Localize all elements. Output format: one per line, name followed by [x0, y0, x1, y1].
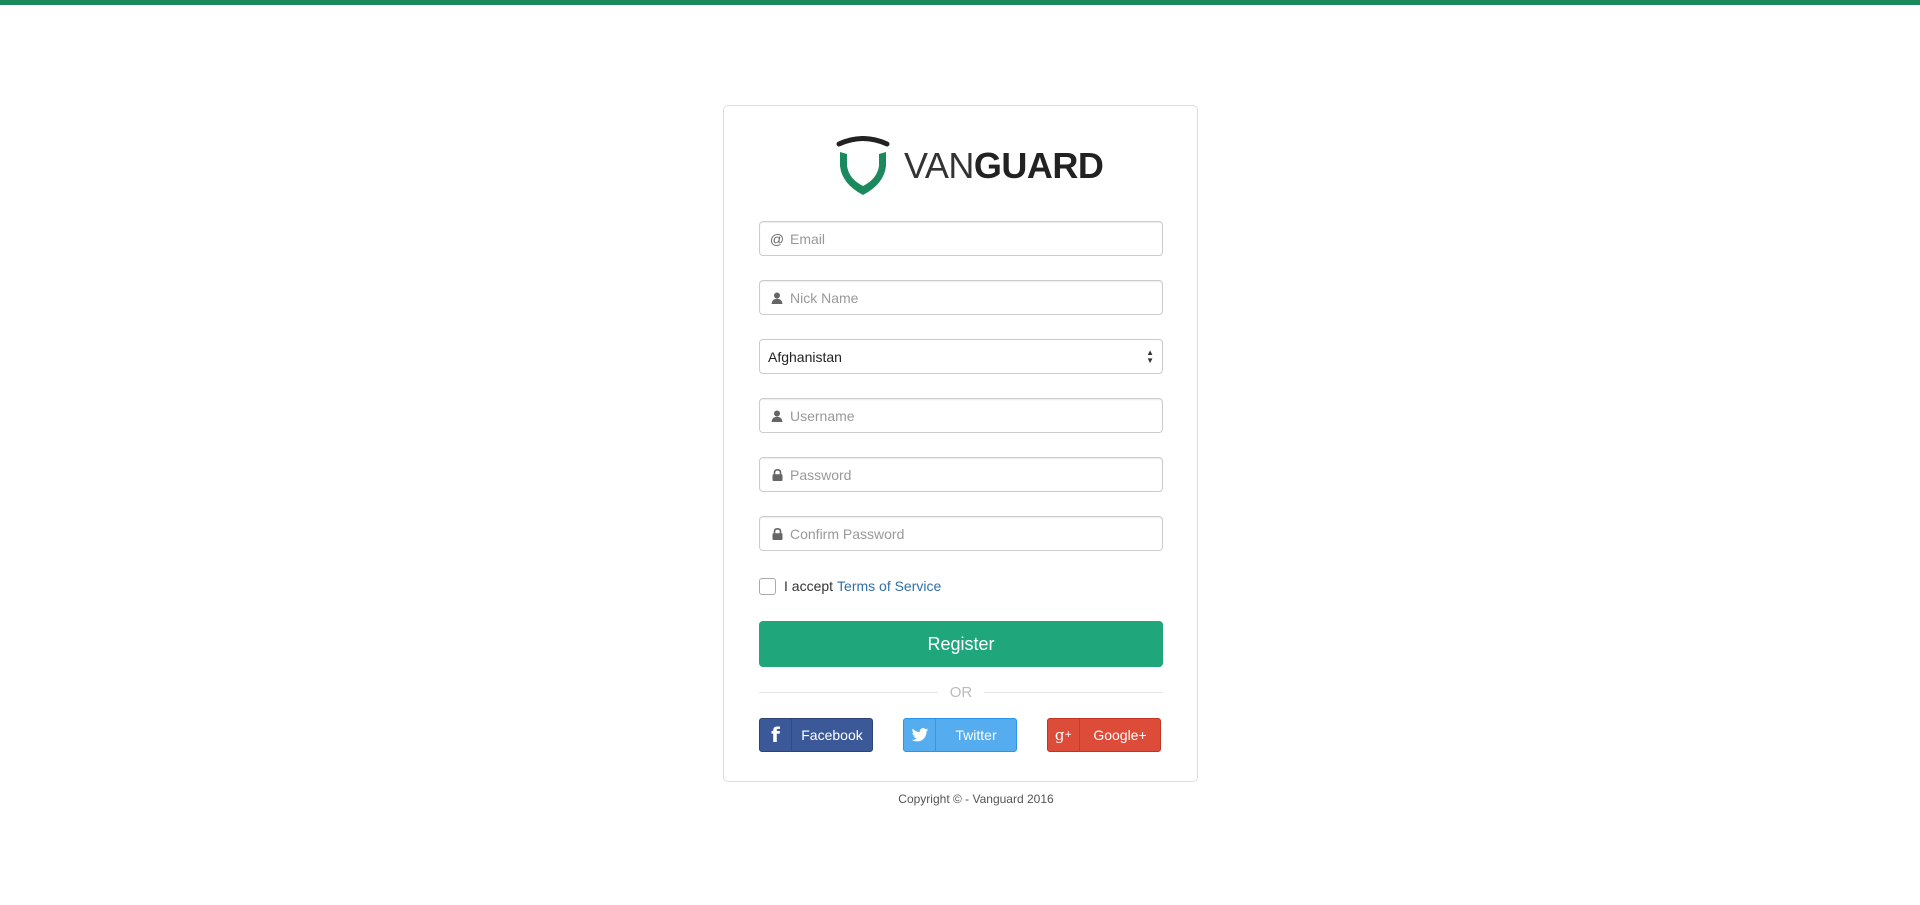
terms-checkbox[interactable] — [759, 577, 776, 595]
username-field[interactable] — [759, 398, 1163, 433]
twitter-button[interactable]: Twitter — [903, 718, 1017, 752]
copyright-text: Copyright © - Vanguard 2016 — [898, 792, 1054, 806]
password-field[interactable] — [759, 457, 1163, 492]
top-accent-bar — [0, 0, 1920, 5]
register-panel: VANGUARD @ Afghanistan ▲▼ I accept — [723, 105, 1198, 782]
facebook-button[interactable]: f Facebook — [759, 718, 873, 752]
brand-name-light: VAN — [904, 145, 974, 186]
terms-row: I accept Terms of Service — [759, 576, 941, 596]
password-input[interactable] — [788, 458, 1162, 491]
shield-logo-icon — [836, 136, 890, 195]
user-icon — [760, 410, 788, 422]
username-input[interactable] — [788, 399, 1162, 432]
email-field[interactable]: @ — [759, 221, 1163, 256]
facebook-icon: f — [760, 719, 792, 751]
google-plus-label: Google+ — [1093, 727, 1147, 743]
google-plus-icon: g + — [1048, 719, 1080, 751]
or-label: OR — [949, 683, 973, 701]
twitter-icon — [904, 719, 936, 751]
at-icon: @ — [769, 230, 785, 247]
user-icon — [760, 292, 788, 304]
google-plus-button[interactable]: g + Google+ — [1047, 718, 1161, 752]
register-button[interactable]: Register — [759, 621, 1163, 667]
brand-logo: VANGUARD — [836, 136, 1104, 196]
country-selected-value: Afghanistan — [768, 348, 842, 365]
nickname-input[interactable] — [788, 281, 1162, 314]
brand-wordmark: VANGUARD — [904, 145, 1104, 186]
lock-icon — [760, 468, 788, 481]
confirm-password-field[interactable] — [759, 516, 1163, 551]
terms-of-service-link[interactable]: Terms of Service — [837, 578, 941, 594]
twitter-label: Twitter — [955, 727, 997, 743]
lock-icon — [760, 527, 788, 540]
brand-name-bold: GUARD — [973, 145, 1104, 186]
select-arrows-icon: ▲ ▼ — [1146, 347, 1154, 365]
nickname-field[interactable] — [759, 280, 1163, 315]
email-input[interactable] — [788, 222, 1162, 255]
or-divider: OR — [759, 682, 1163, 702]
terms-prefix: I accept — [784, 578, 834, 594]
country-select[interactable]: Afghanistan ▲ ▼ — [759, 339, 1163, 374]
divider-line-right — [984, 691, 1163, 693]
facebook-label: Facebook — [801, 727, 863, 743]
divider-line-left — [759, 691, 938, 693]
confirm-password-input[interactable] — [788, 517, 1162, 550]
